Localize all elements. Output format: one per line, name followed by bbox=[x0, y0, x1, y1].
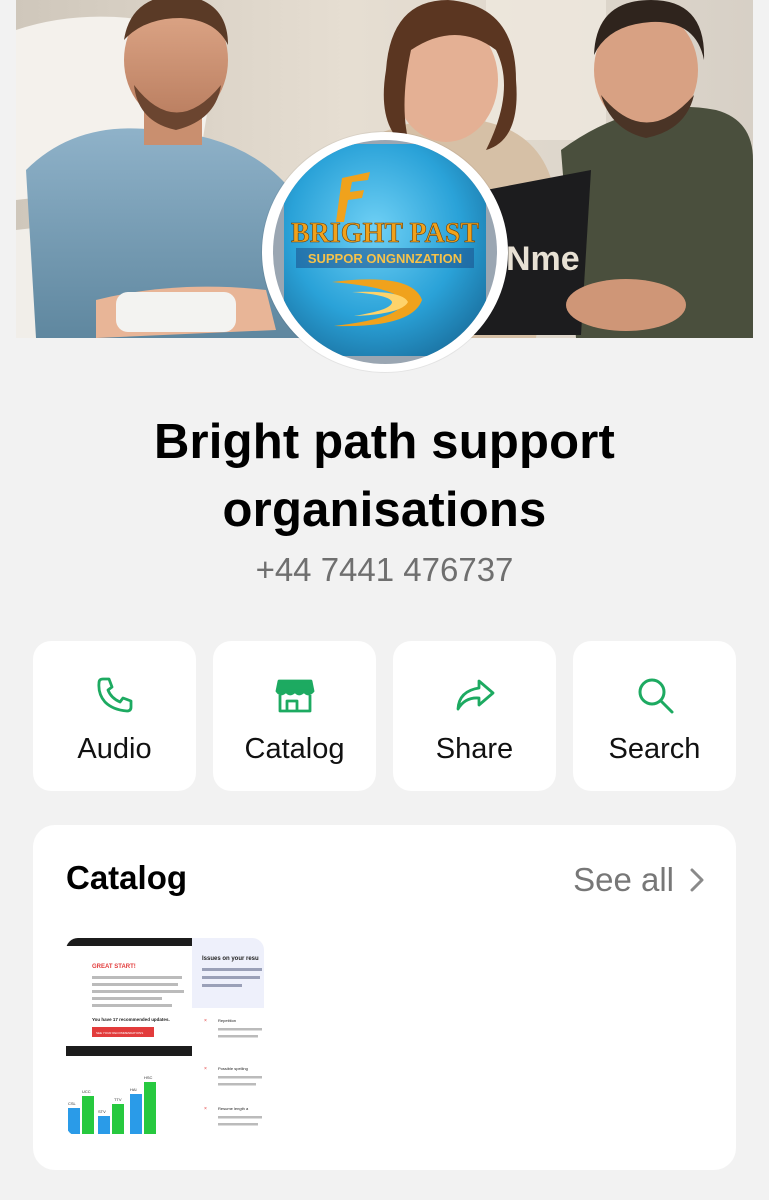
catalog-item-thumbnail[interactable]: GREAT START! You have 17 recommended upd… bbox=[66, 938, 264, 1136]
laptop-text: Nme bbox=[506, 240, 580, 278]
business-name-line-1: Bright path support bbox=[153, 415, 616, 469]
business-name: Bright path support organisations bbox=[60, 408, 709, 544]
svg-text:CSL: CSL bbox=[68, 1101, 77, 1106]
profile-avatar[interactable]: BRIGHT PAST SUPPOR ONGNNZATION bbox=[262, 132, 508, 372]
catalog-title: Catalog bbox=[66, 859, 188, 896]
svg-text:HSC: HSC bbox=[144, 1075, 153, 1080]
logo-subtitle-text: SUPPOR ONGNNZATION bbox=[308, 251, 462, 266]
share-label: Share bbox=[435, 733, 514, 765]
search-icon bbox=[633, 673, 677, 717]
thumb-issue-3: Resume length a bbox=[218, 1106, 249, 1111]
svg-text:HAI: HAI bbox=[130, 1087, 137, 1092]
audio-label: Audio bbox=[77, 733, 152, 765]
thumb-heading-left: GREAT START! bbox=[92, 964, 136, 970]
svg-text:STV: STV bbox=[98, 1109, 106, 1114]
thumb-updates-text: You have 17 recommended updates. bbox=[92, 1017, 170, 1022]
logo-title-text: BRIGHT PAST bbox=[291, 218, 479, 249]
svg-text:×: × bbox=[204, 1066, 207, 1072]
share-button[interactable]: Share bbox=[393, 641, 556, 791]
chevron-right-icon bbox=[688, 866, 706, 894]
catalog-button[interactable]: Catalog bbox=[213, 641, 376, 791]
audio-call-button[interactable]: Audio bbox=[33, 641, 196, 791]
thumb-issue-2: Possible spelling bbox=[218, 1066, 248, 1071]
catalog-card: Catalog See all GREAT START! You have 17… bbox=[33, 825, 736, 1170]
thumb-issue-1: Repetition bbox=[218, 1018, 236, 1023]
thumb-heading-right: Issues on your resu bbox=[202, 956, 259, 962]
phone-number: +44 7441 476737 bbox=[255, 551, 514, 588]
see-all-label: See all bbox=[573, 861, 674, 898]
search-label: Search bbox=[608, 733, 701, 765]
thumb-button-text: SEE YOUR RECOMMENDATIONS bbox=[96, 1031, 143, 1035]
svg-text:×: × bbox=[204, 1018, 207, 1024]
phone-icon bbox=[93, 673, 137, 717]
action-buttons-row: Audio Catalog Share Search bbox=[33, 641, 736, 791]
svg-text:UCC: UCC bbox=[82, 1089, 91, 1094]
business-name-line-2: organisations bbox=[222, 483, 547, 537]
see-all-link[interactable]: See all bbox=[573, 860, 706, 900]
svg-text:TTV: TTV bbox=[114, 1097, 122, 1102]
storefront-icon bbox=[273, 673, 317, 717]
share-arrow-icon bbox=[453, 673, 497, 717]
search-button[interactable]: Search bbox=[573, 641, 736, 791]
svg-text:×: × bbox=[204, 1106, 207, 1112]
catalog-label: Catalog bbox=[244, 733, 345, 765]
